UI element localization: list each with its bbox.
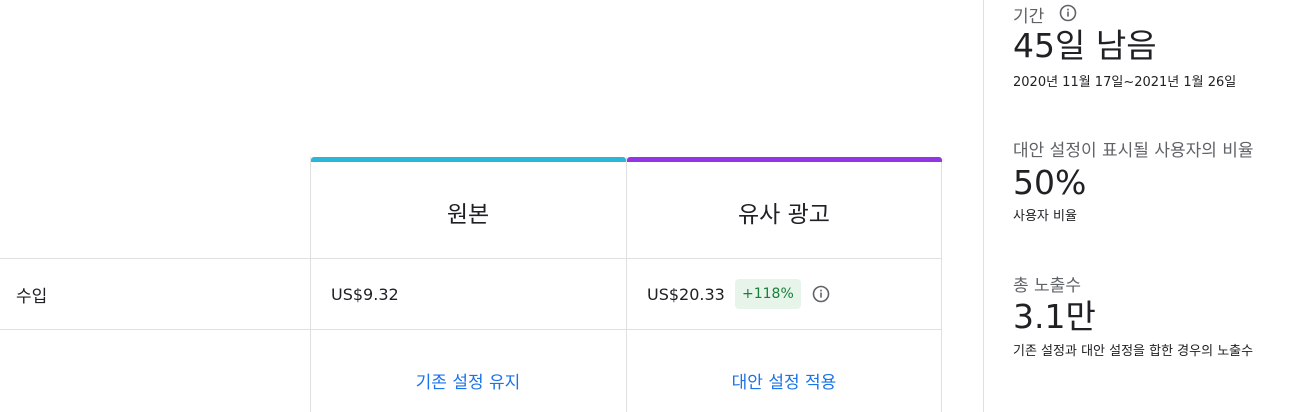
panel-divider — [983, 0, 984, 412]
info-icon[interactable] — [1059, 4, 1077, 22]
duration-value: 45일 남음 — [1013, 26, 1157, 65]
divider — [0, 258, 942, 259]
impressions-sub: 기존 설정과 대안 설정을 합한 경우의 노출수 — [1013, 344, 1254, 359]
change-badge: +118% — [735, 279, 801, 309]
original-revenue-value: US$9.32 — [331, 285, 399, 304]
impressions-label: 총 노출수 — [1013, 276, 1081, 296]
variant-revenue-value: US$20.33 — [647, 285, 725, 304]
keep-original-button[interactable]: 기존 설정 유지 — [311, 368, 625, 393]
row-label-revenue: 수입 — [16, 287, 48, 307]
column-title-variant: 유사 광고 — [738, 202, 830, 228]
original-accent-bar — [311, 157, 626, 162]
split-sub: 사용자 비율 — [1013, 209, 1077, 224]
duration-range: 2020년 11월 17일~2021년 1월 26일 — [1013, 75, 1237, 90]
info-icon[interactable] — [812, 285, 830, 303]
apply-variant-button[interactable]: 대안 설정 적용 — [627, 368, 941, 393]
impressions-value: 3.1만 — [1013, 297, 1096, 336]
variant-accent-bar — [627, 157, 942, 162]
duration-label: 기간 — [1013, 7, 1045, 27]
divider — [0, 329, 942, 330]
column-title-original: 원본 — [446, 202, 490, 228]
split-label: 대안 설정이 표시될 사용자의 비율 — [1013, 141, 1254, 161]
divider — [941, 162, 942, 412]
split-value: 50% — [1013, 163, 1087, 202]
